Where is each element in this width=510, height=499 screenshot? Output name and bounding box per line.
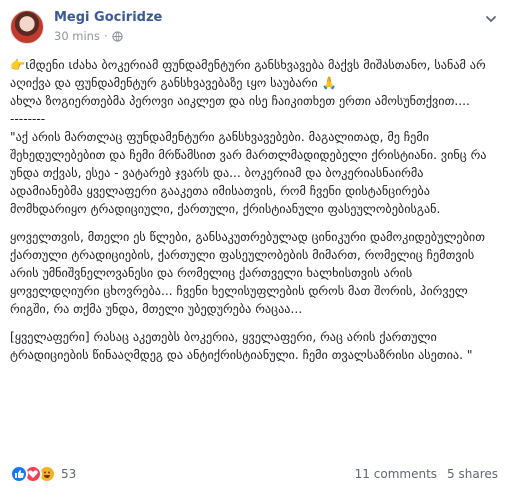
post-footer: 53 11 comments 5 shares [10, 463, 498, 487]
author-name[interactable]: Megi Gociridze [54, 10, 162, 25]
pointing-hand-icon: 👉 [10, 58, 26, 72]
post-time[interactable]: 30 mins [54, 29, 100, 43]
like-reaction-icon [10, 465, 28, 483]
post-paragraph: 👉ιმდენი ιძახა ბოკერიამ ფუნდამენტური განს… [10, 58, 486, 90]
quote-paragraph: "აქ არის მართლაც ფუნდამენტური განსხვავებ… [10, 130, 487, 216]
quote-paragraph: ყოველთვის, მთელი ეს წლები, განსაკუთრებულ… [10, 230, 485, 316]
quote-paragraph: [ყველაფერი] რასაც აკეთებს ბოკერია, ყველა… [10, 330, 473, 362]
shares-count[interactable]: 5 shares [447, 467, 498, 481]
divider-text: -------- [10, 112, 46, 126]
post-header: Megi Gociridze 30 mins · [10, 8, 500, 48]
reactions-summary[interactable]: 53 [10, 465, 76, 483]
reaction-count: 53 [61, 467, 77, 481]
praying-hands-icon: 🙏 [321, 76, 337, 90]
post-body: 👉ιმდენი ιძახა ბოკერიამ ფუნდამენტური განს… [10, 56, 498, 364]
post-paragraph: ახლა ზოგიერთებმა პეროვი აიკლეთ და ისე ჩა… [10, 94, 470, 108]
dot-separator: · [103, 29, 108, 43]
post-stats: 11 comments 5 shares [355, 467, 498, 481]
post-meta: 30 mins · [54, 29, 123, 43]
avatar[interactable] [10, 10, 44, 44]
globe-icon [111, 30, 123, 42]
chevron-down-icon[interactable] [484, 12, 498, 26]
comments-count[interactable]: 11 comments [355, 467, 437, 481]
